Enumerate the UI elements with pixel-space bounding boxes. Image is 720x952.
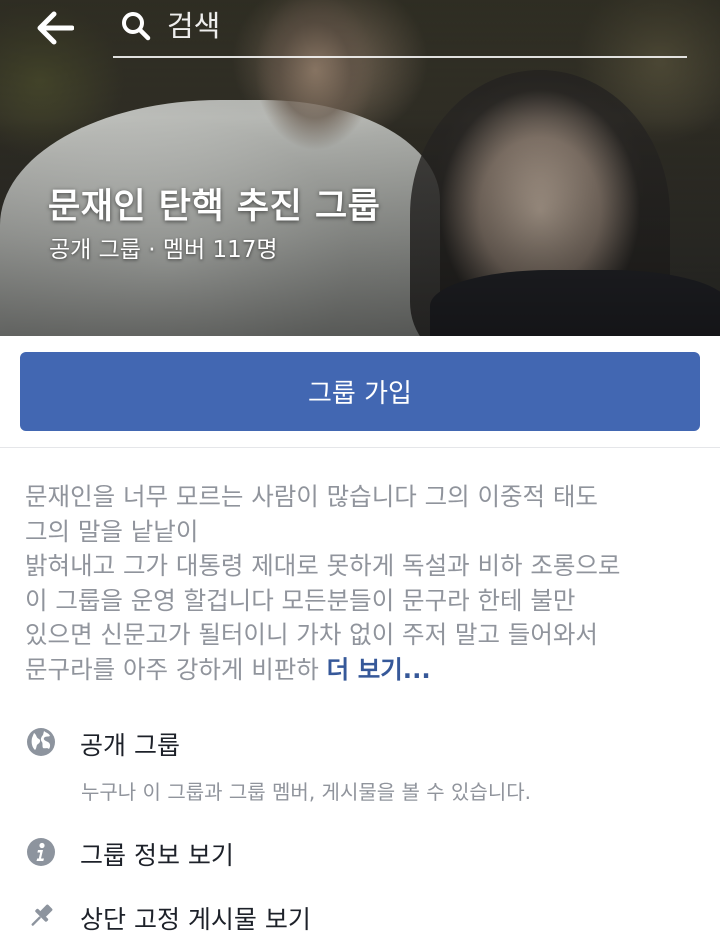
description-line: 문구라를 아주 강하게 비판하	[25, 654, 319, 684]
description-line: 문재인을 너무 모르는 사람이 많습니다 그의 이중적 태도	[25, 482, 598, 511]
join-group-button[interactable]: 그룹 가입	[20, 352, 700, 431]
globe-icon	[26, 727, 56, 757]
public-group-label: 공개 그룹	[80, 731, 180, 760]
back-arrow-icon	[37, 11, 74, 45]
join-area: 그룹 가입	[0, 336, 720, 448]
group-description: 문재인을 너무 모르는 사람이 많습니다 그의 이중적 태도 그의 말을 낱낱이…	[25, 480, 697, 687]
public-group-row: 공개 그룹 누구나 이 그룹과 그룹 멤버, 게시물을 볼 수 있습니다.	[0, 722, 720, 812]
pin-icon	[26, 901, 56, 931]
description-last-line: 문구라를 아주 강하게 비판하 더 보기...	[25, 653, 697, 688]
info-icon	[26, 837, 56, 867]
group-info-row[interactable]: 그룹 정보 보기	[0, 834, 720, 878]
description-line: 있으면 신문고가 될터이니 가차 없이 주저 말고 들어와서	[25, 620, 598, 649]
back-button[interactable]	[30, 8, 80, 48]
search-input[interactable]	[167, 6, 667, 46]
search-bar[interactable]	[113, 0, 687, 58]
description-line: 이 그룹을 운영 할겁니다 모든분들이 문구라 한테 불만	[25, 585, 576, 615]
group-info-label: 그룹 정보 보기	[80, 841, 234, 870]
group-meta: 공개 그룹 · 멤버 117명	[49, 237, 278, 263]
top-bar	[0, 0, 720, 60]
cover-photo: 문재인 탄핵 추진 그룹 공개 그룹 · 멤버 117명	[0, 0, 720, 336]
description-line: 밝혀내고 그가 대통령 제대로 못하게 독설과 비하 조롱으로	[25, 551, 621, 580]
search-icon	[122, 12, 151, 41]
public-group-description: 누구나 이 그룹과 그룹 멤버, 게시물을 볼 수 있습니다.	[81, 780, 531, 804]
description-line: 그의 말을 낱낱이	[25, 516, 199, 546]
group-title: 문재인 탄핵 추진 그룹	[48, 187, 381, 227]
pinned-post-label: 상단 고정 게시물 보기	[80, 905, 311, 934]
pinned-post-row[interactable]: 상단 고정 게시물 보기	[0, 898, 720, 942]
see-more-link[interactable]: 더 보기...	[327, 655, 431, 684]
